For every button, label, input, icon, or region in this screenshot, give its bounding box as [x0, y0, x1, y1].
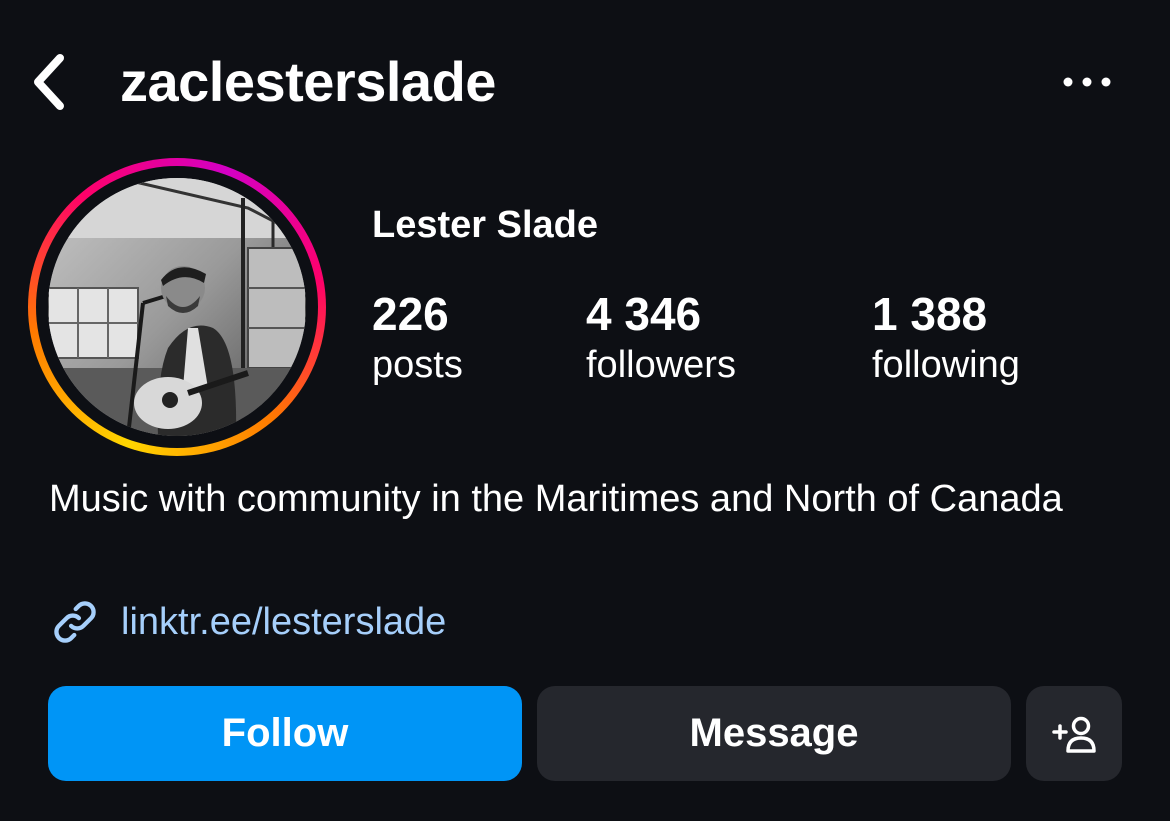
add-person-icon	[1052, 716, 1096, 753]
more-horizontal-icon	[1063, 77, 1111, 87]
stat-followers-label: followers	[586, 344, 736, 386]
stat-followers-value: 4 346	[586, 288, 702, 340]
back-button[interactable]	[22, 50, 74, 114]
stat-posts[interactable]: 226 posts	[372, 286, 463, 388]
profile-username: zaclesterslade	[120, 50, 496, 113]
profile-photo-image	[48, 178, 306, 436]
story-ring[interactable]	[28, 158, 326, 456]
more-options-button[interactable]	[1055, 62, 1119, 102]
stat-posts-value: 226	[372, 288, 449, 340]
profile-link-text: linktr.ee/lesterslade	[121, 600, 447, 643]
message-button[interactable]: Message	[537, 686, 1011, 781]
suggested-users-button[interactable]	[1026, 686, 1122, 781]
link-icon	[54, 601, 96, 643]
display-name: Lester Slade	[372, 204, 598, 246]
stat-followers[interactable]: 4 346 followers	[586, 286, 736, 388]
profile-header: zaclesterslade	[0, 0, 1170, 160]
chevron-left-icon	[34, 54, 64, 110]
profile-bio: Music with community in the Maritimes an…	[49, 478, 1063, 520]
follow-button[interactable]: Follow	[48, 686, 522, 781]
stat-posts-label: posts	[372, 344, 463, 386]
stat-following[interactable]: 1 388 following	[872, 286, 1020, 388]
stat-following-value: 1 388	[872, 288, 988, 340]
profile-link[interactable]: linktr.ee/lesterslade	[49, 594, 446, 650]
profile-photo[interactable]	[48, 178, 306, 436]
stat-following-label: following	[872, 344, 1020, 386]
